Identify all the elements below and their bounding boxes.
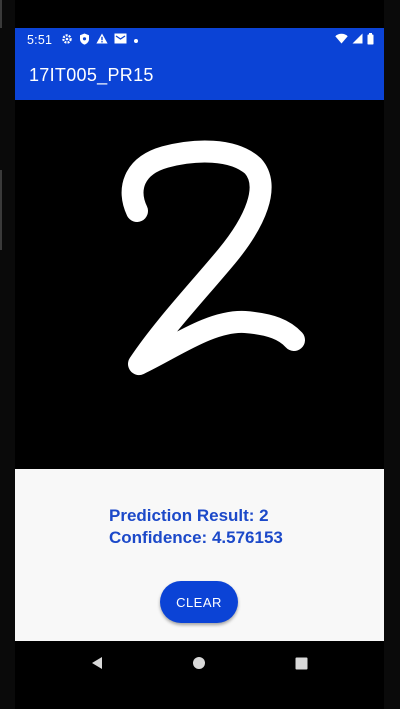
back-icon[interactable] xyxy=(87,653,107,673)
recents-icon[interactable] xyxy=(291,653,311,673)
bezel-mark xyxy=(0,170,2,250)
status-time: 5:51 xyxy=(27,33,53,47)
bezel-left xyxy=(0,0,15,709)
battery-icon xyxy=(367,32,374,48)
app-title: 17IT005_PR15 xyxy=(29,65,154,85)
gear-icon xyxy=(61,33,73,48)
prediction-result-text: Prediction Result: 2 xyxy=(109,506,269,525)
confidence-text: Confidence: 4.576153 xyxy=(109,528,283,547)
mail-icon xyxy=(114,33,127,47)
bezel-mark xyxy=(0,0,2,28)
warning-icon xyxy=(96,33,108,47)
wifi-icon xyxy=(335,33,348,47)
home-icon[interactable] xyxy=(189,653,209,673)
signal-icon xyxy=(352,33,363,47)
dot-icon xyxy=(133,33,139,47)
shield-icon xyxy=(79,33,90,48)
handwritten-digit-drawing xyxy=(121,140,305,375)
device-frame: 5:51 17IT005_PR15 Prediction Result: 2 C… xyxy=(0,0,400,709)
navigation-bar xyxy=(15,641,384,683)
app-bar: 17IT005_PR15 xyxy=(15,52,384,100)
status-right-icons xyxy=(335,32,374,48)
status-left-icons xyxy=(61,32,139,48)
status-bar: 5:51 xyxy=(15,28,384,52)
bezel-right xyxy=(384,0,400,709)
phone-screen: 5:51 17IT005_PR15 Prediction Result: 2 C… xyxy=(15,28,384,709)
clear-button[interactable]: CLEAR xyxy=(160,581,238,623)
drawing-canvas[interactable] xyxy=(15,100,384,469)
result-panel: Prediction Result: 2 Confidence: 4.57615… xyxy=(15,469,384,641)
